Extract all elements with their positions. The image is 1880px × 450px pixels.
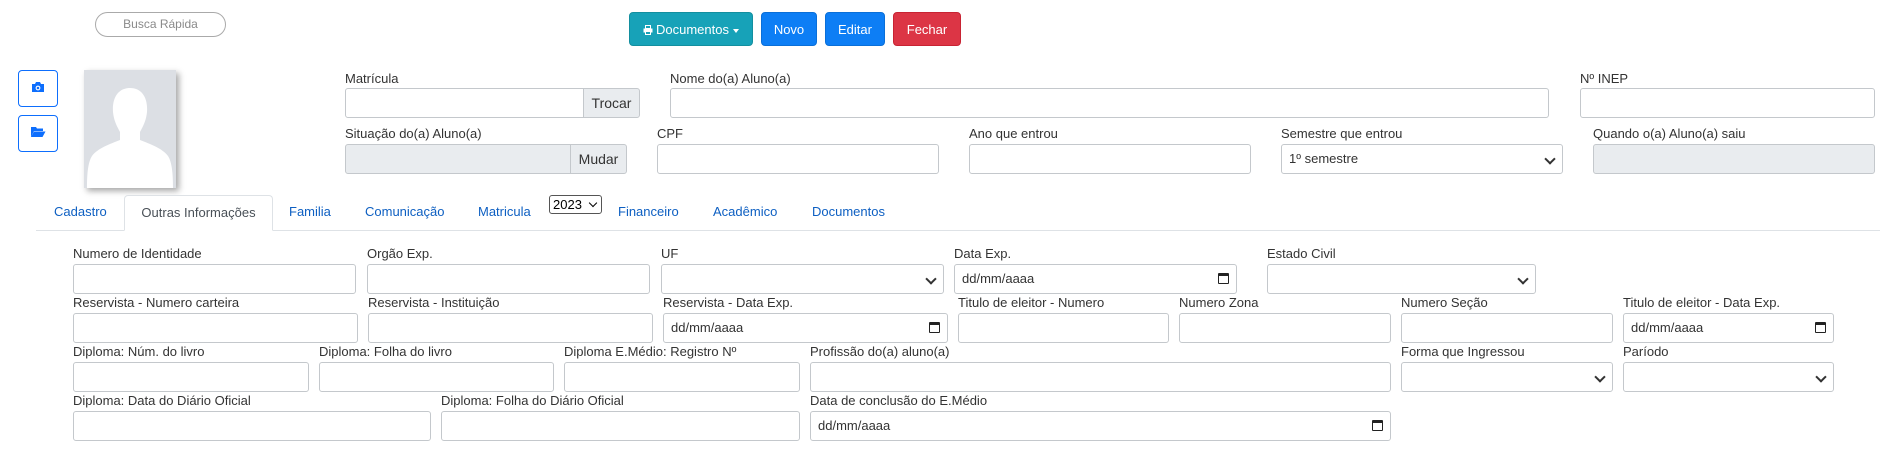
folder-button[interactable] [18, 115, 58, 152]
calendar-icon[interactable] [1218, 273, 1229, 284]
diploma-data-diario-label: Diploma: Data do Diário Oficial [73, 393, 251, 408]
diploma-folha-input[interactable] [319, 362, 554, 392]
data-conclusao-input[interactable]: dd/mm/aaaa [810, 411, 1391, 441]
reservista-instituicao-input[interactable] [368, 313, 653, 343]
close-button[interactable]: Fechar [893, 12, 961, 46]
tabs-divider [36, 230, 1880, 231]
diploma-folha-diario-label: Diploma: Folha do Diário Oficial [441, 393, 624, 408]
nome-label: Nome do(a) Aluno(a) [670, 71, 791, 86]
diploma-folha-diario-input[interactable] [441, 411, 800, 441]
camera-button[interactable] [18, 70, 58, 107]
titulo-data-label: Titulo de eleitor - Data Exp. [1623, 295, 1781, 310]
quando-saiu-input [1593, 144, 1875, 174]
reservista-instituicao-label: Reservista - Instituição [368, 295, 500, 310]
diploma-folha-label: Diploma: Folha do livro [319, 344, 452, 359]
data-conclusao-value: dd/mm/aaaa [818, 418, 891, 433]
inep-input[interactable] [1580, 88, 1875, 118]
reservista-data-input[interactable]: dd/mm/aaaa [663, 313, 948, 343]
caret-down-icon [732, 28, 739, 33]
diploma-registro-label: Diploma E.Médio: Registro Nº [564, 344, 737, 359]
tab-financeiro[interactable]: Financeiro [618, 204, 679, 219]
titulo-data-value: dd/mm/aaaa [1631, 320, 1704, 335]
situacao-input [345, 144, 571, 174]
estado-civil-select[interactable] [1267, 264, 1536, 294]
profissao-label: Profissão do(a) aluno(a) [810, 344, 950, 359]
calendar-icon[interactable] [929, 322, 940, 333]
documents-dropdown-button[interactable]: Documentos [629, 12, 753, 46]
titulo-numero-input[interactable] [958, 313, 1169, 343]
numero-zona-label: Numero Zona [1179, 295, 1259, 310]
quando-saiu-label: Quando o(a) Aluno(a) saiu [1593, 126, 1746, 141]
year-value: 2023 [553, 197, 582, 212]
estado-civil-label: Estado Civil [1267, 246, 1336, 261]
diploma-livro-label: Diploma: Núm. do livro [73, 344, 205, 359]
forma-ingresso-label: Forma que Ingressou [1401, 344, 1525, 359]
cpf-label: CPF [657, 126, 683, 141]
titulo-numero-label: Titulo de eleitor - Numero [958, 295, 1105, 310]
orgao-exp-label: Orgão Exp. [367, 246, 433, 261]
reservista-data-value: dd/mm/aaaa [671, 320, 744, 335]
matricula-label: Matrícula [345, 71, 399, 86]
ano-entrou-input[interactable] [969, 144, 1251, 174]
data-exp-input[interactable]: dd/mm/aaaa [954, 264, 1237, 294]
titulo-data-input[interactable]: dd/mm/aaaa [1623, 313, 1834, 343]
tab-familia[interactable]: Familia [289, 204, 331, 219]
situacao-label: Situação do(a) Aluno(a) [345, 126, 482, 141]
documents-button-label: Documentos [656, 22, 729, 37]
uf-label: UF [661, 246, 679, 261]
profissao-input[interactable] [810, 362, 1391, 392]
semestre-value: 1º semestre [1289, 151, 1359, 166]
tab-cadastro[interactable]: Cadastro [54, 204, 107, 219]
identidade-label: Numero de Identidade [73, 246, 202, 261]
numero-secao-label: Numero Seção [1401, 295, 1488, 310]
data-conclusao-label: Data de conclusão do E.Médio [810, 393, 988, 408]
numero-zona-input[interactable] [1179, 313, 1391, 343]
edit-button[interactable]: Editar [825, 12, 885, 46]
reservista-numero-label: Reservista - Numero carteira [73, 295, 240, 310]
diploma-data-diario-input[interactable] [73, 411, 431, 441]
reservista-numero-input[interactable] [73, 313, 358, 343]
cpf-input[interactable] [657, 144, 939, 174]
identidade-input[interactable] [73, 264, 356, 294]
diploma-registro-input[interactable] [564, 362, 800, 392]
numero-secao-input[interactable] [1401, 313, 1613, 343]
camera-icon [31, 81, 45, 96]
tab-matricula[interactable]: Matricula [478, 204, 531, 219]
diploma-livro-input[interactable] [73, 362, 309, 392]
calendar-icon[interactable] [1372, 420, 1383, 431]
new-button[interactable]: Novo [761, 12, 817, 46]
tab-comunicacao[interactable]: Comunicação [365, 204, 445, 219]
data-exp-value: dd/mm/aaaa [962, 271, 1035, 286]
year-select[interactable]: 2023 [549, 195, 602, 214]
calendar-icon[interactable] [1815, 322, 1826, 333]
forma-ingresso-select[interactable] [1401, 362, 1613, 392]
matricula-input[interactable] [345, 88, 584, 118]
avatar-silhouette-icon [84, 70, 176, 188]
ano-entrou-label: Ano que entrou [969, 126, 1058, 141]
orgao-exp-input[interactable] [367, 264, 650, 294]
folder-open-icon [30, 126, 46, 141]
tab-outras-informacoes[interactable]: Outras Informações [124, 195, 273, 231]
tab-academico[interactable]: Acadêmico [713, 204, 777, 219]
trocar-button[interactable]: Trocar [583, 88, 640, 118]
tab-documentos[interactable]: Documentos [812, 204, 885, 219]
quick-search-input[interactable]: Busca Rápida [95, 12, 226, 37]
periodo-label: Paríodo [1623, 344, 1669, 359]
mudar-button[interactable]: Mudar [570, 144, 627, 174]
uf-select[interactable] [661, 264, 944, 294]
inep-label: Nº INEP [1580, 71, 1629, 86]
printer-icon [643, 14, 653, 48]
periodo-select[interactable] [1623, 362, 1834, 392]
data-exp-label: Data Exp. [954, 246, 1012, 261]
semestre-label: Semestre que entrou [1281, 126, 1403, 141]
nome-input[interactable] [670, 88, 1549, 118]
semestre-select[interactable]: 1º semestre [1281, 144, 1563, 174]
student-photo [84, 70, 176, 188]
reservista-data-label: Reservista - Data Exp. [663, 295, 794, 310]
